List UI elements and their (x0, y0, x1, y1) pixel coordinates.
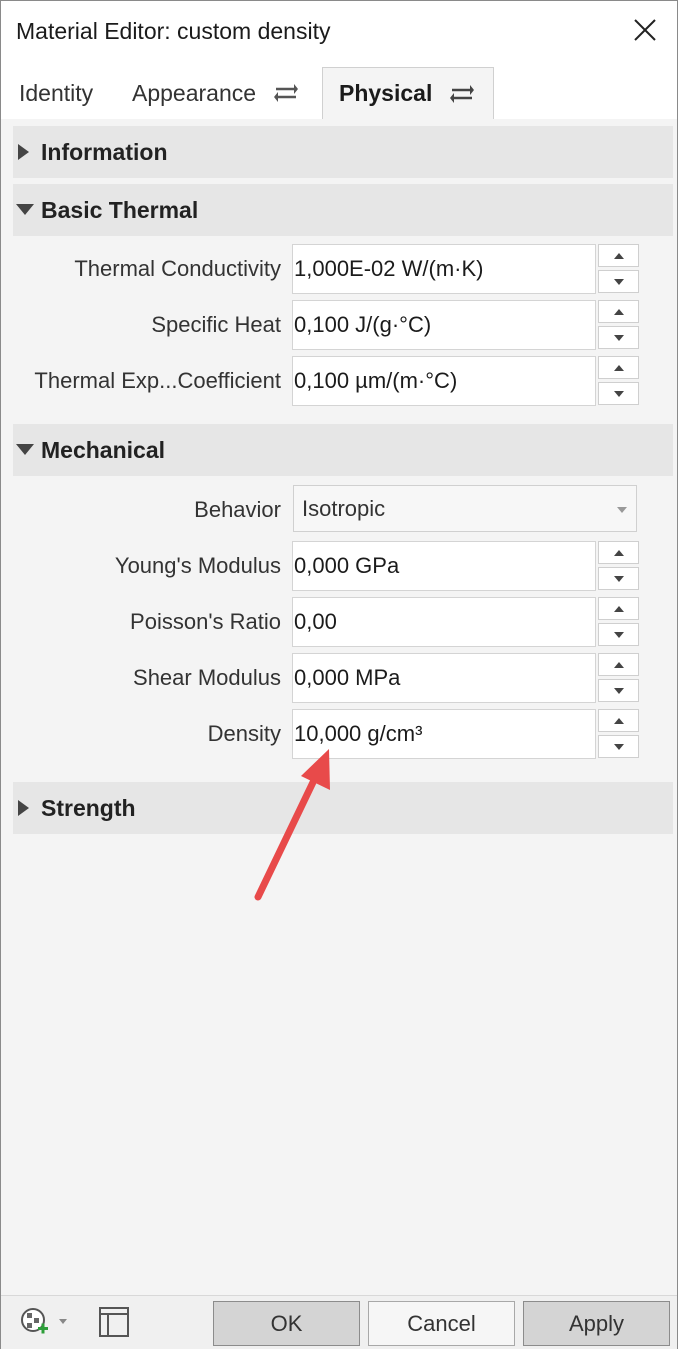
thermal-conductivity-field[interactable]: 1,000E-02 W/(m·K) (292, 244, 596, 294)
chevron-down-icon (613, 575, 624, 582)
chevron-down-icon (613, 334, 624, 341)
youngs-modulus-spinner (598, 541, 639, 591)
chevron-down-icon (613, 687, 624, 694)
tab-identity[interactable]: Identity (19, 67, 93, 119)
spin-up-button[interactable] (598, 356, 639, 379)
tab-label: Physical (339, 80, 433, 106)
title-bar: Material Editor: custom density (1, 1, 677, 65)
density-label: Density (207, 721, 281, 746)
shear-modulus-label: Shear Modulus (133, 665, 281, 690)
specific-heat-label: Specific Heat (151, 312, 281, 337)
spin-down-button[interactable] (598, 567, 639, 590)
tab-bar: Identity Appearance Physical (1, 65, 677, 119)
triangle-right-icon (18, 800, 29, 816)
close-icon (634, 19, 656, 41)
window-title: Material Editor: custom density (16, 18, 331, 44)
chevron-down-icon (613, 743, 624, 750)
thermal-expansion-field[interactable]: 0,100 µm/(m·°C) (292, 356, 596, 406)
poissons-ratio-field[interactable]: 0,00 (292, 597, 596, 647)
chevron-down-icon (613, 278, 624, 285)
spin-down-button[interactable] (598, 623, 639, 646)
chevron-up-icon (613, 252, 624, 259)
chevron-up-icon (613, 364, 624, 371)
behavior-select[interactable]: Isotropic (293, 485, 637, 532)
section-title: Basic Thermal (41, 196, 199, 223)
material-editor-window: Material Editor: custom density Identity… (0, 0, 678, 1349)
panel-toggle-icon (99, 1307, 129, 1337)
apply-button[interactable]: Apply (523, 1301, 670, 1346)
behavior-value: Isotropic (302, 496, 386, 521)
spin-up-button[interactable] (598, 300, 639, 323)
spin-down-button[interactable] (598, 679, 639, 702)
tab-label: Appearance (132, 79, 257, 106)
spin-up-button[interactable] (598, 244, 639, 267)
shear-modulus-field[interactable]: 0,000 MPa (292, 653, 596, 703)
chevron-up-icon (613, 717, 624, 724)
spin-up-button[interactable] (598, 653, 639, 676)
chevron-up-icon (613, 308, 624, 315)
section-title: Mechanical (41, 436, 165, 463)
spin-up-button[interactable] (598, 709, 639, 732)
chevron-down-icon (617, 507, 627, 513)
cancel-button[interactable]: Cancel (368, 1301, 515, 1346)
section-strength-header[interactable]: Strength (13, 782, 673, 834)
density-spinner (598, 709, 639, 759)
ok-button[interactable]: OK (213, 1301, 360, 1346)
section-title: Strength (41, 794, 136, 821)
poissons-ratio-spinner (598, 597, 639, 647)
section-information-header[interactable]: Information (13, 126, 673, 178)
chevron-up-icon (613, 605, 624, 612)
spin-down-button[interactable] (598, 326, 639, 349)
thermal-expansion-label: Thermal Exp...Coefficient (34, 368, 281, 393)
density-field[interactable]: 10,000 g/cm³ (292, 709, 596, 759)
thermal-expansion-spinner (598, 356, 639, 406)
chevron-down-icon (613, 631, 624, 638)
triangle-down-icon (16, 444, 34, 455)
youngs-modulus-label: Young's Modulus (114, 553, 281, 578)
spin-down-button[interactable] (598, 270, 639, 293)
tab-label: Identity (19, 79, 94, 106)
specific-heat-spinner (598, 300, 639, 350)
tab-appearance[interactable]: Appearance (132, 67, 299, 119)
panel-toggle-button[interactable] (99, 1306, 129, 1338)
spin-up-button[interactable] (598, 541, 639, 564)
add-material-button[interactable] (17, 1306, 69, 1340)
tab-physical[interactable]: Physical (322, 67, 494, 119)
material-add-icon (21, 1308, 67, 1334)
close-button[interactable] (625, 11, 665, 51)
chevron-up-icon (613, 661, 624, 668)
spin-up-button[interactable] (598, 597, 639, 620)
specific-heat-field[interactable]: 0,100 J/(g·°C) (292, 300, 596, 350)
spin-down-button[interactable] (598, 735, 639, 758)
section-mechanical-header[interactable]: Mechanical (13, 424, 673, 476)
youngs-modulus-field[interactable]: 0,000 GPa (292, 541, 596, 591)
section-basic-thermal-header[interactable]: Basic Thermal (13, 184, 673, 236)
spin-down-button[interactable] (598, 382, 639, 405)
swap-arrows-icon[interactable] (274, 83, 299, 103)
chevron-down-icon (613, 390, 624, 397)
chevron-up-icon (613, 549, 624, 556)
triangle-right-icon (18, 144, 29, 160)
dialog-footer: OK Cancel Apply (1, 1295, 677, 1349)
behavior-label: Behavior (194, 497, 281, 522)
triangle-down-icon (16, 204, 34, 215)
thermal-conductivity-label: Thermal Conductivity (74, 256, 281, 281)
section-title: Information (41, 138, 168, 165)
poissons-ratio-label: Poisson's Ratio (130, 609, 281, 634)
thermal-conductivity-spinner (598, 244, 639, 294)
shear-modulus-spinner (598, 653, 639, 703)
swap-arrows-icon[interactable] (450, 84, 475, 104)
